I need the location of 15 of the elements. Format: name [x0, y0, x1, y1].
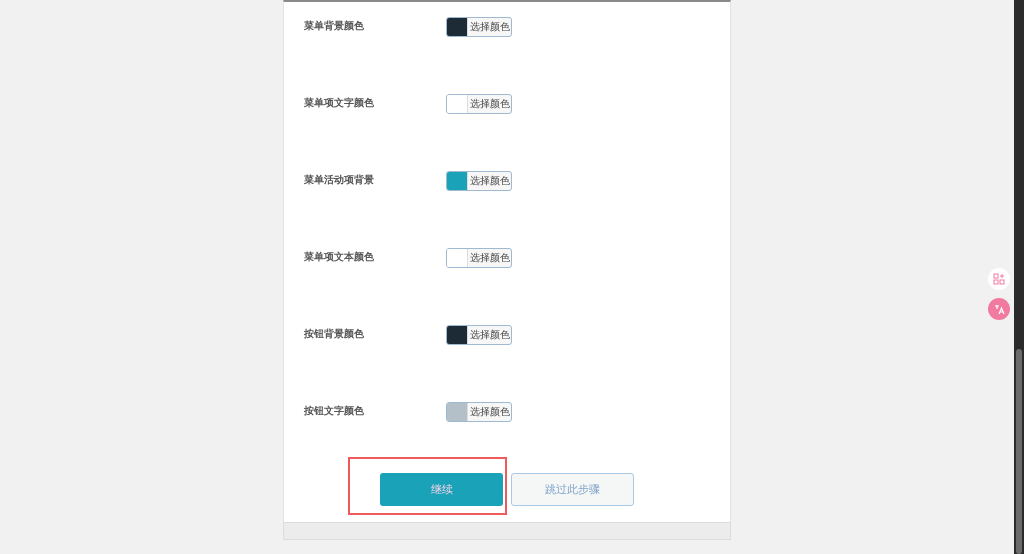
apps-icon[interactable] [988, 268, 1010, 290]
setting-label: 菜单活动项背景 [304, 173, 375, 187]
color-picker-button[interactable]: 选择颜色 [446, 94, 512, 114]
setting-label: 按钮背景颜色 [304, 327, 365, 341]
setting-label: 菜单项文字颜色 [304, 96, 375, 110]
color-picker-button[interactable]: 选择颜色 [446, 17, 512, 37]
setting-label: 按钮文字颜色 [304, 404, 365, 418]
color-picker-button[interactable]: 选择颜色 [446, 248, 512, 268]
setting-label: 菜单项文本颜色 [304, 250, 375, 264]
color-picker-button[interactable]: 选择颜色 [446, 402, 512, 422]
color-picker-button[interactable]: 选择颜色 [446, 171, 512, 191]
color-picker-button[interactable]: 选择颜色 [446, 325, 512, 345]
setting-label: 菜单背景颜色 [304, 19, 365, 33]
translate-icon[interactable] [988, 298, 1010, 320]
scrollbar[interactable] [1014, 0, 1024, 554]
